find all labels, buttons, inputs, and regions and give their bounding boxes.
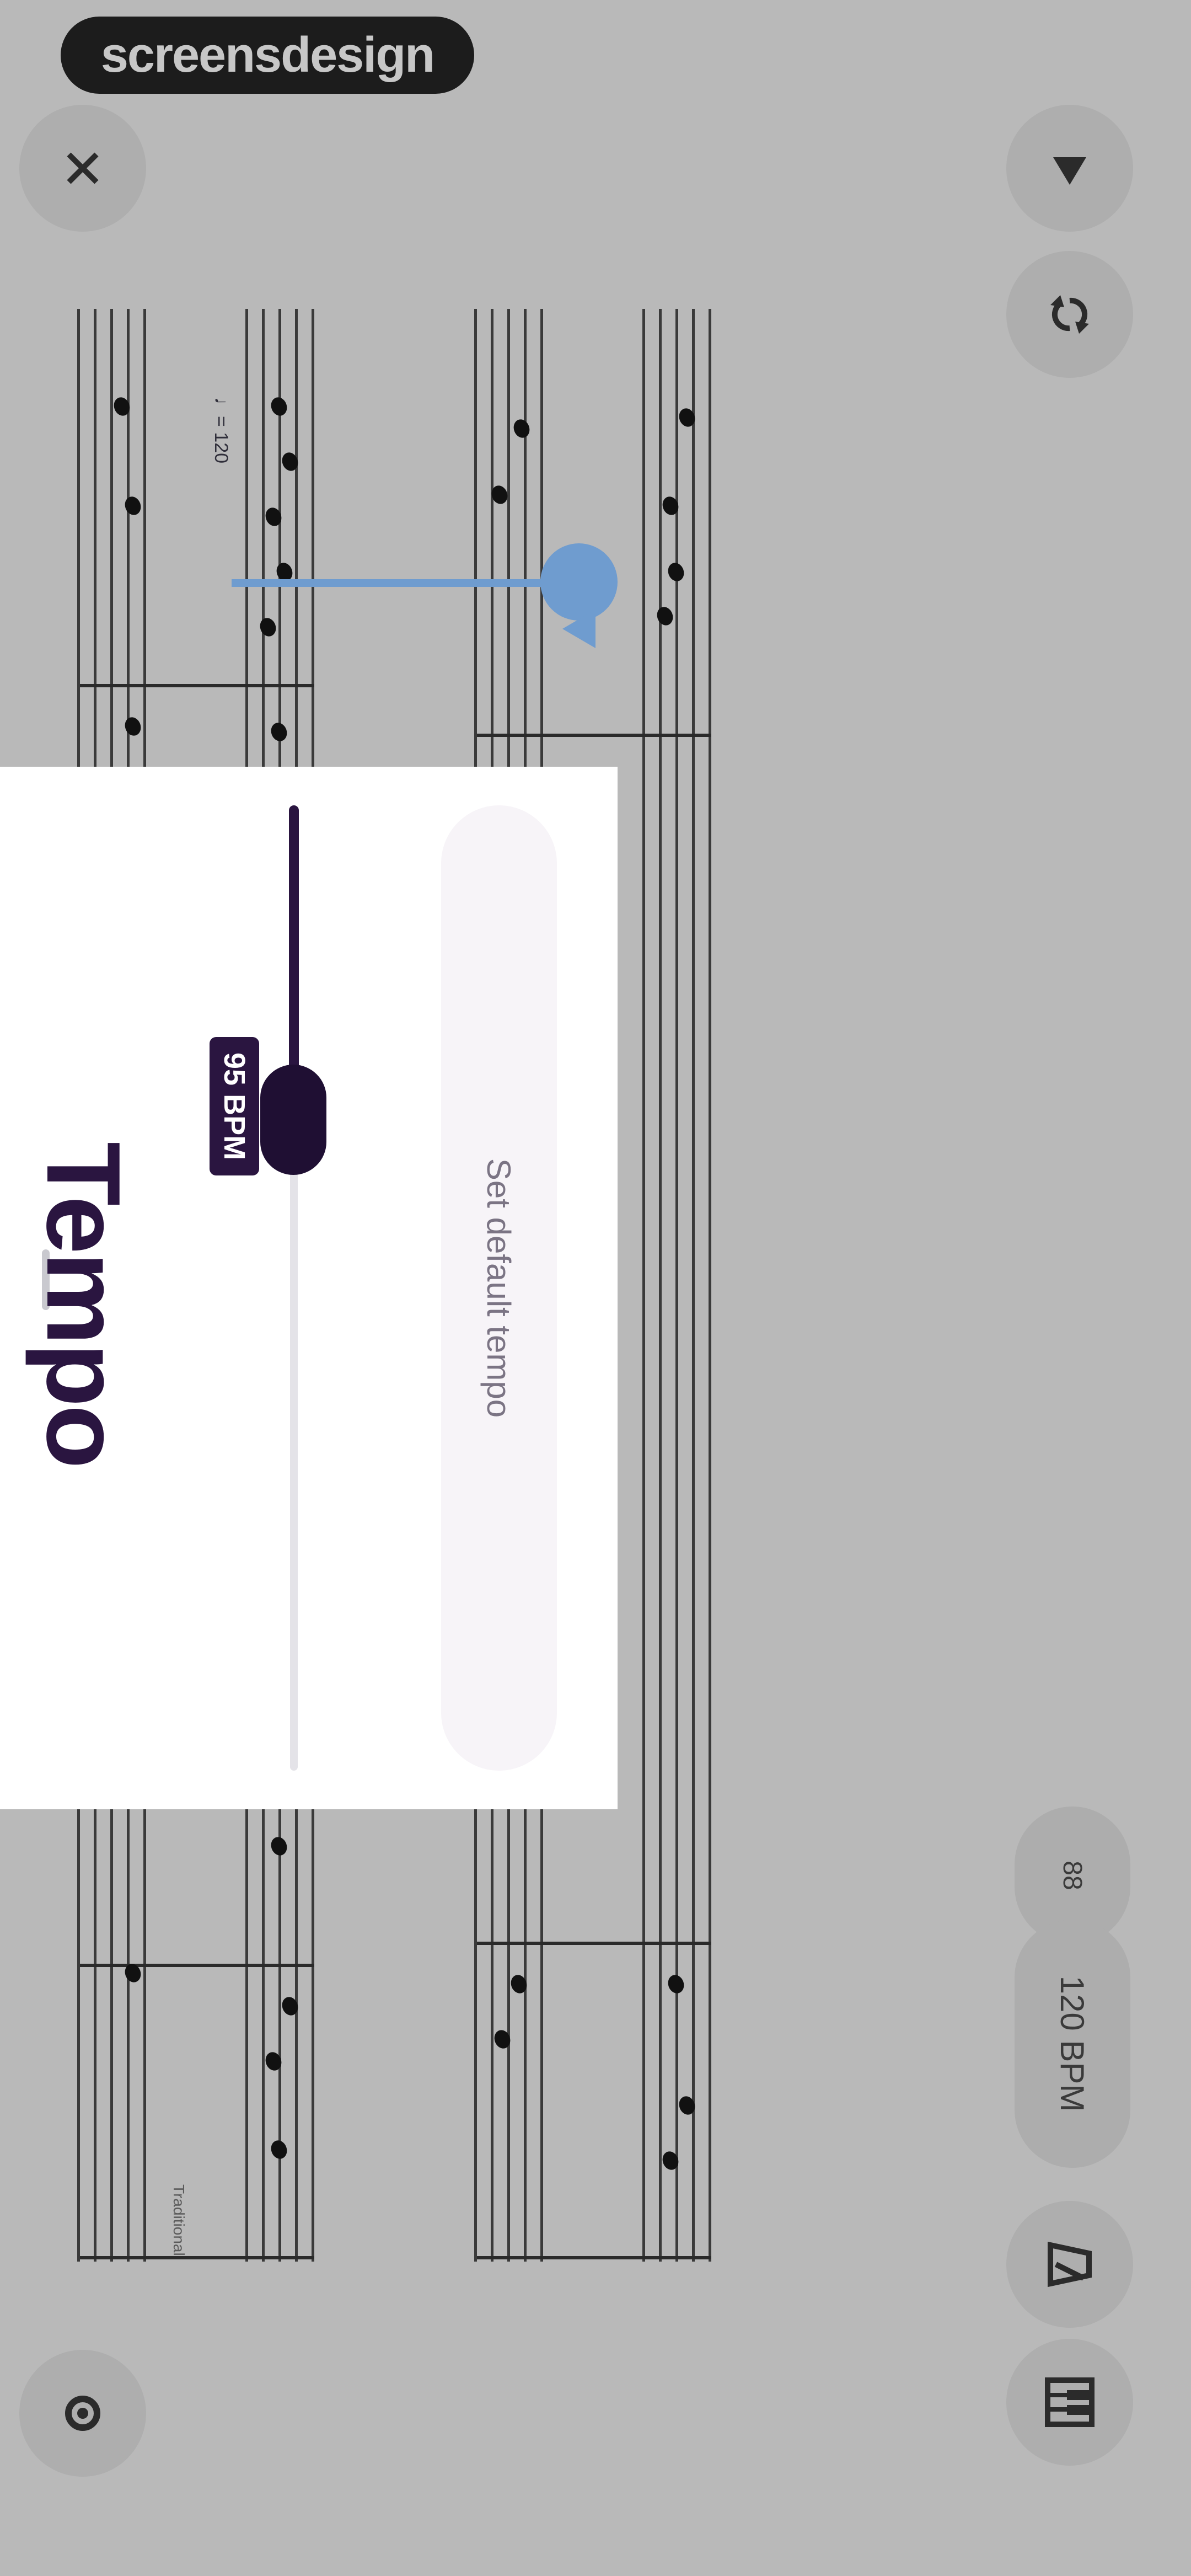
piano-button[interactable] bbox=[1006, 2339, 1133, 2466]
loop-button[interactable] bbox=[1006, 251, 1133, 378]
play-button[interactable] bbox=[1006, 105, 1133, 232]
play-icon bbox=[1050, 149, 1089, 188]
logo-text: screensdesign bbox=[100, 27, 435, 83]
settings-button[interactable] bbox=[19, 2350, 146, 2477]
tempo-panel: Tempo 95 BPM Set default tempo bbox=[0, 767, 618, 1809]
gear-icon bbox=[58, 2388, 108, 2438]
playhead-tip bbox=[562, 610, 596, 648]
composer-marking: Traditional bbox=[170, 2184, 187, 2256]
app-screen: ♩= 120 Traditional 88 120 BPM Tempo 95 B… bbox=[0, 0, 1191, 2576]
tempo-marking: ♩= 120 bbox=[211, 397, 232, 464]
tempo-slider-thumb[interactable] bbox=[260, 1065, 326, 1175]
playhead-handle[interactable] bbox=[540, 543, 618, 621]
loop-icon bbox=[1045, 290, 1095, 339]
close-button[interactable] bbox=[19, 105, 146, 232]
piano-icon bbox=[1042, 2375, 1097, 2430]
panel-title: Tempo bbox=[25, 1142, 142, 1467]
metronome-icon bbox=[1045, 2240, 1095, 2289]
close-icon bbox=[61, 146, 105, 190]
metronome-button[interactable] bbox=[1006, 2201, 1133, 2328]
set-default-tempo-button[interactable]: Set default tempo bbox=[441, 805, 557, 1771]
tempo-pill[interactable]: 120 BPM bbox=[1015, 1920, 1130, 2168]
brand-logo: screensdesign bbox=[61, 17, 474, 94]
bpm-badge: 95 BPM bbox=[210, 1037, 259, 1176]
landscape-canvas: ♩= 120 Traditional 88 120 BPM Tempo 95 B… bbox=[0, 0, 1191, 2576]
set-default-tempo-label: Set default tempo bbox=[480, 1158, 518, 1418]
